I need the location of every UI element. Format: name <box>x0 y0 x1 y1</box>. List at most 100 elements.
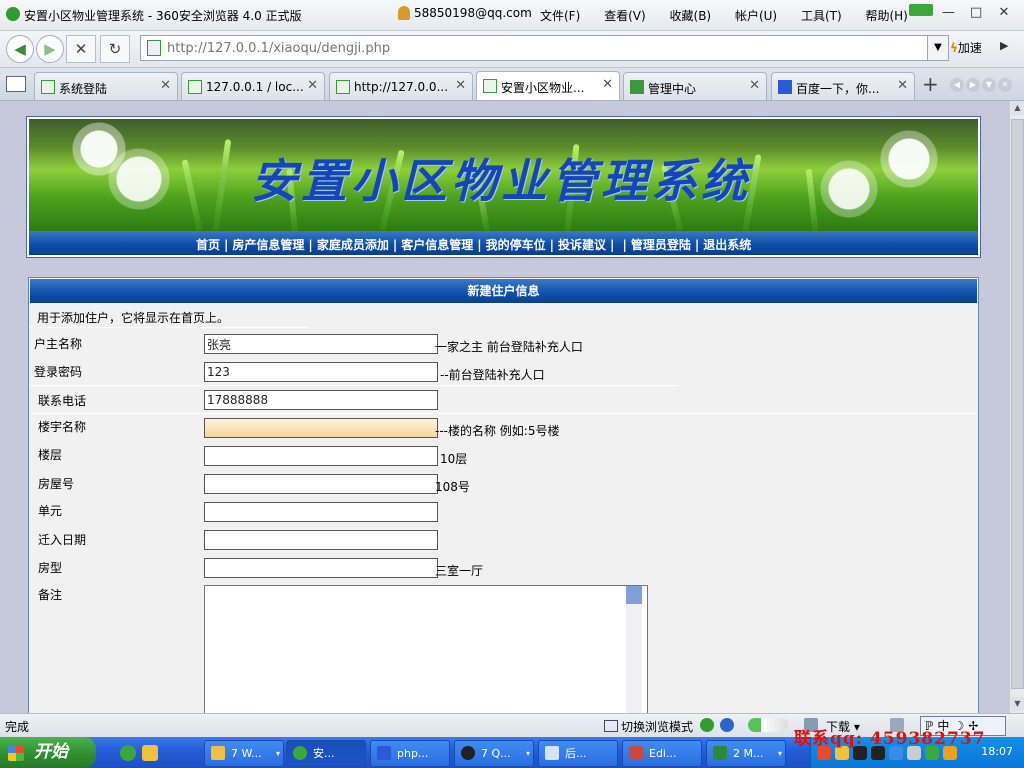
close-tab-icon[interactable]: ✕ <box>307 78 318 93</box>
switch-mode-button[interactable]: 切换浏览模式 <box>604 718 693 735</box>
tab-scroll-left-icon[interactable]: ◀ <box>950 78 964 92</box>
room-input[interactable] <box>204 474 438 494</box>
minimize-button[interactable]: — <box>936 5 960 20</box>
close-tab-icon[interactable]: ✕ <box>160 78 171 93</box>
remark-scrollbar[interactable] <box>626 586 642 713</box>
tab-scroll-right-icon[interactable]: ▶ <box>966 78 980 92</box>
accelerate-button[interactable]: ϟ加速 <box>950 39 982 56</box>
page-icon <box>147 40 161 56</box>
address-dropdown-icon[interactable]: ▼ <box>927 35 949 61</box>
browser-logo-icon <box>6 7 20 21</box>
banner-grass-dandelion-image: 安置小区物业管理系统 <box>29 119 978 232</box>
layout-label: 房型 <box>38 561 63 575</box>
address-bar[interactable] <box>140 35 928 61</box>
remark-textarea[interactable] <box>204 585 648 719</box>
skin-icon[interactable] <box>908 4 933 20</box>
password-input[interactable] <box>204 362 438 382</box>
tab-http-127[interactable]: http://127.0.0... ✕ <box>329 72 473 100</box>
start-label: 开始 <box>34 742 68 762</box>
menu-account[interactable]: 帐户(U) <box>735 9 777 23</box>
page-scrollbar[interactable]: ▲ ▼ <box>1009 101 1024 713</box>
nav-complaints[interactable]: 投诉建议 <box>558 238 606 252</box>
close-all-icon[interactable]: ✕ <box>998 78 1012 92</box>
close-tab-icon[interactable]: ✕ <box>749 78 760 93</box>
layout-input[interactable] <box>204 558 438 578</box>
task-qq[interactable]: 7 Q... ▾ <box>454 740 534 767</box>
room-hint: 108号 <box>435 480 470 494</box>
start-button[interactable]: 开始 <box>0 737 96 768</box>
tab-localhost[interactable]: 127.0.0.1 / loc... ✕ <box>181 72 325 100</box>
owner-name-input[interactable] <box>204 334 438 354</box>
building-input[interactable] <box>204 418 438 438</box>
scroll-thumb[interactable] <box>1011 119 1024 689</box>
quicklaunch-browser-icon[interactable] <box>120 745 136 761</box>
back-arrow-icon[interactable]: ◀ <box>6 35 34 63</box>
quicklaunch-folder-icon[interactable] <box>142 745 158 761</box>
forward-arrow-icon[interactable]: ▶ <box>36 35 64 63</box>
owner-name-label: 户主名称 <box>34 337 83 351</box>
nav-home[interactable]: 首页 <box>196 238 220 252</box>
nav-logout[interactable]: 退出系统 <box>703 238 751 252</box>
accelerate-label: 加速 <box>957 41 982 55</box>
user-email[interactable]: 58850198@qq.com <box>414 6 532 20</box>
task-php[interactable]: php... <box>370 740 450 767</box>
360-icon <box>630 80 644 94</box>
task-windows-explorer[interactable]: 7 W... ▾ <box>204 740 284 767</box>
chevron-right-icon[interactable]: ▶ <box>1000 39 1008 52</box>
menu-help[interactable]: 帮助(H) <box>865 9 907 23</box>
tab-list-icon[interactable] <box>6 76 26 92</box>
page-icon <box>336 80 350 94</box>
task-editplus[interactable]: Edi... <box>622 740 702 767</box>
menu-file[interactable]: 文件(F) <box>540 9 580 23</box>
nav-my-parking[interactable]: 我的停车位 <box>486 238 546 252</box>
nav-customer-info[interactable]: 客户信息管理 <box>401 238 473 252</box>
clock: 18:07 <box>981 745 1013 758</box>
task-browser[interactable]: 安... <box>286 740 366 767</box>
lightning-icon: ϟ <box>950 41 958 55</box>
speed-toggle-icon[interactable] <box>748 718 788 732</box>
security-icon[interactable] <box>720 718 734 732</box>
phone-input[interactable] <box>204 390 438 410</box>
tab-system-login[interactable]: 系统登陆 ✕ <box>34 72 178 100</box>
menu-view[interactable]: 查看(V) <box>604 9 646 23</box>
maximize-button[interactable]: □ <box>964 5 988 20</box>
nav-property-info[interactable]: 房产信息管理 <box>232 238 304 252</box>
tab-label: 系统登陆 <box>59 82 108 96</box>
baidu-paw-icon <box>778 80 792 94</box>
task-backend[interactable]: 后... <box>538 740 618 767</box>
nav-family-add[interactable]: 家庭成员添加 <box>317 238 389 252</box>
floor-input[interactable] <box>204 446 438 466</box>
user-account[interactable]: 58850198@qq.com <box>398 6 532 20</box>
user-icon <box>398 6 410 20</box>
menu-tools[interactable]: 工具(T) <box>801 9 842 23</box>
tab-label: 百度一下，你... <box>796 82 880 96</box>
tab-menu-icon[interactable]: ▼ <box>982 78 996 92</box>
close-tab-icon[interactable]: ✕ <box>602 77 613 92</box>
stop-icon[interactable]: ✕ <box>66 35 96 63</box>
new-resident-form: 新建住户信息 用于添加住户，它将显示在首页上。 户主名称 一家之主 前台登陆补充… <box>28 277 979 719</box>
scroll-up-icon[interactable]: ▲ <box>1011 101 1024 115</box>
switch-mode-label: 切换浏览模式 <box>621 720 694 734</box>
task-excel[interactable]: 2 M... ▾ <box>706 740 786 767</box>
floor-hint: 10层 <box>440 452 468 466</box>
tab-property-system[interactable]: 安置小区物业... ✕ <box>476 71 620 100</box>
url-input[interactable] <box>165 38 909 58</box>
close-tab-icon[interactable]: ✕ <box>455 78 466 93</box>
new-tab-plus-icon[interactable]: + <box>922 72 939 96</box>
menu-favorites[interactable]: 收藏(B) <box>670 9 712 23</box>
browser-status-icon[interactable] <box>700 718 714 732</box>
unit-input[interactable] <box>204 502 438 522</box>
building-hint: ---楼的名称 例如:5号楼 <box>435 424 560 438</box>
window-mode-icon <box>604 720 618 732</box>
nav-admin-login[interactable]: 管理员登陆 <box>631 238 691 252</box>
close-button[interactable]: ✕ <box>992 5 1016 20</box>
move-in-date-input[interactable] <box>204 530 438 550</box>
window-title: 安置小区物业管理系统 - 360安全浏览器 4.0 正式版 <box>24 9 302 23</box>
close-tab-icon[interactable]: ✕ <box>897 78 908 93</box>
tab-baidu[interactable]: 百度一下，你... ✕ <box>771 72 915 100</box>
scroll-down-icon[interactable]: ▼ <box>1011 697 1024 711</box>
refresh-icon[interactable]: ↻ <box>100 35 130 63</box>
tab-admin-center[interactable]: 管理中心 ✕ <box>623 72 767 100</box>
remark-scroll-thumb[interactable] <box>626 586 642 604</box>
layout-hint: 三室一厅 <box>435 564 484 578</box>
